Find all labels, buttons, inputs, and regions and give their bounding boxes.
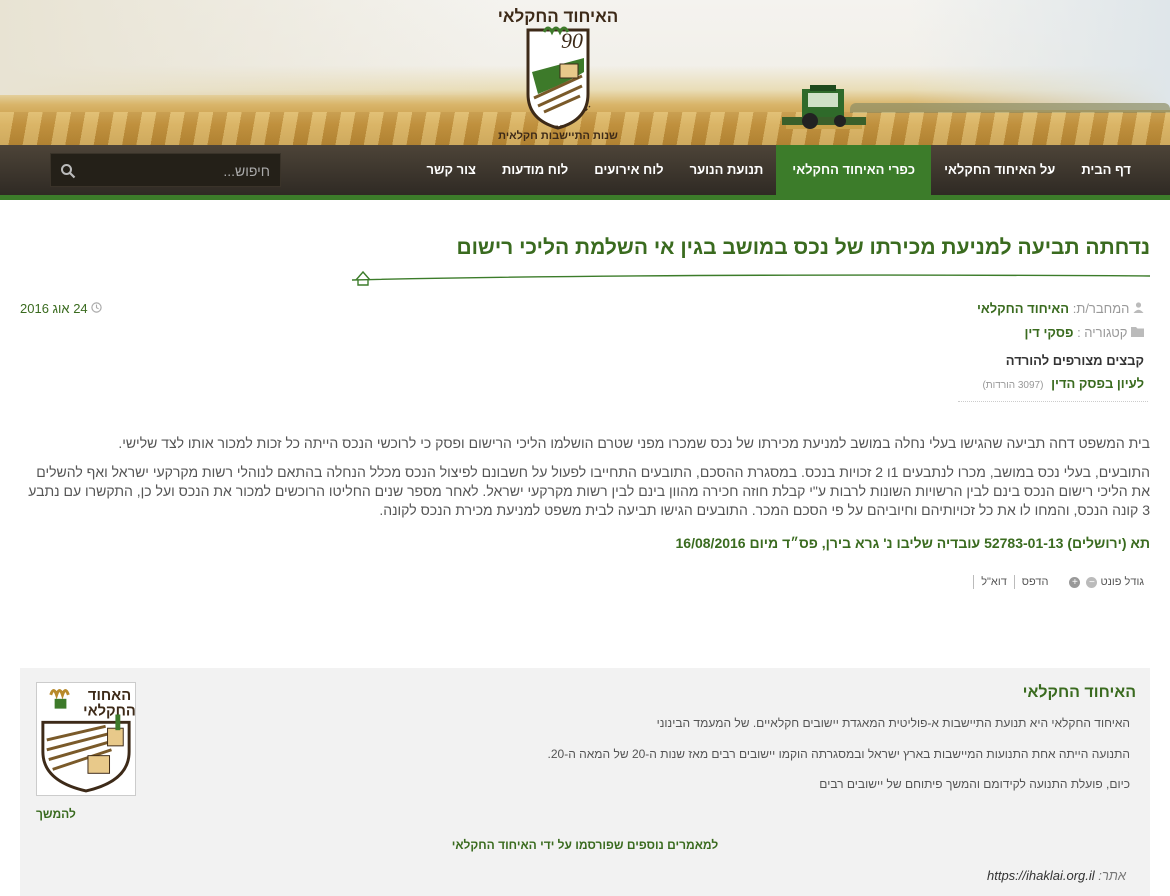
- svg-text:90: 90: [561, 28, 583, 53]
- search-input[interactable]: [88, 154, 272, 188]
- verdict-reference: תא (ירושלים) 52783-01-13 עובדיה שליבו נ'…: [675, 535, 1150, 551]
- print-button[interactable]: הדפס: [1022, 576, 1049, 588]
- font-increase-button[interactable]: +: [1069, 576, 1081, 588]
- email-button[interactable]: דוא"ל: [981, 576, 1007, 588]
- website-label: אתר:: [1098, 868, 1126, 883]
- home-icon: [355, 270, 371, 286]
- author-label: המחבר/ת:: [1072, 301, 1130, 316]
- article-paragraph-2: התובעים, בעלי נכס במושב, מכרו לנתבעים 1ו…: [28, 464, 1150, 518]
- folder-icon: [1131, 327, 1144, 337]
- publish-date: 24 אוג 2016: [20, 301, 102, 316]
- category-link[interactable]: פסקי דין: [1024, 325, 1073, 340]
- author-description-1: האיחוד החקלאי היא תנועת התיישבות א-פוליט…: [656, 716, 1130, 730]
- svg-text:האחוד: האחוד: [88, 688, 131, 704]
- more-articles-link[interactable]: למאמרים נוספים שפורסמו על ידי האיחוד החק…: [20, 838, 1150, 852]
- nav-accent-line: [0, 195, 1170, 200]
- category-label: קטגוריה :: [1077, 325, 1128, 340]
- clock-icon: [91, 302, 102, 313]
- nav-item-home[interactable]: דף הבית: [1068, 145, 1144, 195]
- website-link[interactable]: https://ihaklai.org.il: [987, 868, 1095, 883]
- article-title: נדחתה תביעה למניעת מכירתו של נכס במושב ב…: [456, 236, 1150, 259]
- author-meta: המחבר/ת: האיחוד החקלאי: [977, 301, 1144, 316]
- author-link[interactable]: האיחוד החקלאי: [977, 301, 1069, 316]
- nav-item-events[interactable]: לוח אירועים: [581, 145, 676, 195]
- svg-text:שנות התיישבות חקלאית: שנות התיישבות חקלאית: [498, 129, 618, 142]
- nav-item-notice-board[interactable]: לוח מודעות: [489, 145, 581, 195]
- header-banner: האיחוד החקלאי 90 שנות התיישבות חקלאית: [0, 0, 1170, 145]
- attachment-link[interactable]: לעיון בפסק הדין: [1051, 376, 1144, 391]
- attachment-item: לעיון בפסק הדין (3097 הורדות): [982, 376, 1144, 391]
- author-website: אתר: https://ihaklai.org.il: [987, 868, 1126, 883]
- svg-text:החקלאי: החקלאי: [83, 702, 136, 719]
- svg-text:האיחוד החקלאי: האיחוד החקלאי: [498, 7, 618, 26]
- nav-item-villages[interactable]: כפרי האיחוד החקלאי: [776, 145, 932, 195]
- author-description-3: כיום, פועלת התנועה לקידומם והמשך פיתוחם …: [819, 777, 1130, 791]
- author-description-2: התנועה הייתה אחת התנועות המיישבות בארץ י…: [547, 747, 1130, 761]
- date-text: 24 אוג 2016: [20, 301, 88, 316]
- font-size-label: גודל פונט: [1100, 576, 1144, 588]
- site-logo[interactable]: האיחוד החקלאי 90 שנות התיישבות חקלאית: [498, 2, 618, 144]
- download-count: (3097 הורדות): [982, 380, 1044, 391]
- attachments-divider: [958, 401, 1148, 402]
- article-paragraph-1: בית המשפט דחה תביעה שהגישו בעלי נחלה במו…: [118, 435, 1150, 451]
- search-box: [50, 153, 281, 188]
- nav-item-contact[interactable]: צור קשר: [414, 145, 489, 195]
- author-box: האיחוד החקלאי האיחוד החקלאי היא תנועת הת…: [20, 668, 1150, 896]
- nav-menu: דף הבית על האיחוד החקלאי כפרי האיחוד החק…: [414, 145, 1144, 195]
- title-divider: [352, 270, 1150, 286]
- read-more-link[interactable]: להמשך: [36, 807, 76, 821]
- article-tools: גודל פונט − + הדפס דוא"ל: [966, 575, 1144, 589]
- category-meta: קטגוריה : פסקי דין: [1024, 325, 1144, 340]
- nav-item-youth-movement[interactable]: תנועת הנוער: [677, 145, 777, 195]
- font-decrease-button[interactable]: −: [1086, 576, 1098, 588]
- combine-harvester-image: [782, 85, 866, 129]
- user-icon: [1133, 302, 1144, 313]
- attachments-title: קבצים מצורפים להורדה: [1005, 353, 1144, 368]
- nav-item-about[interactable]: על האיחוד החקלאי: [931, 145, 1068, 195]
- author-logo[interactable]: האחוד החקלאי: [36, 682, 136, 796]
- author-box-title: האיחוד החקלאי: [1022, 684, 1136, 701]
- search-icon[interactable]: [60, 163, 76, 179]
